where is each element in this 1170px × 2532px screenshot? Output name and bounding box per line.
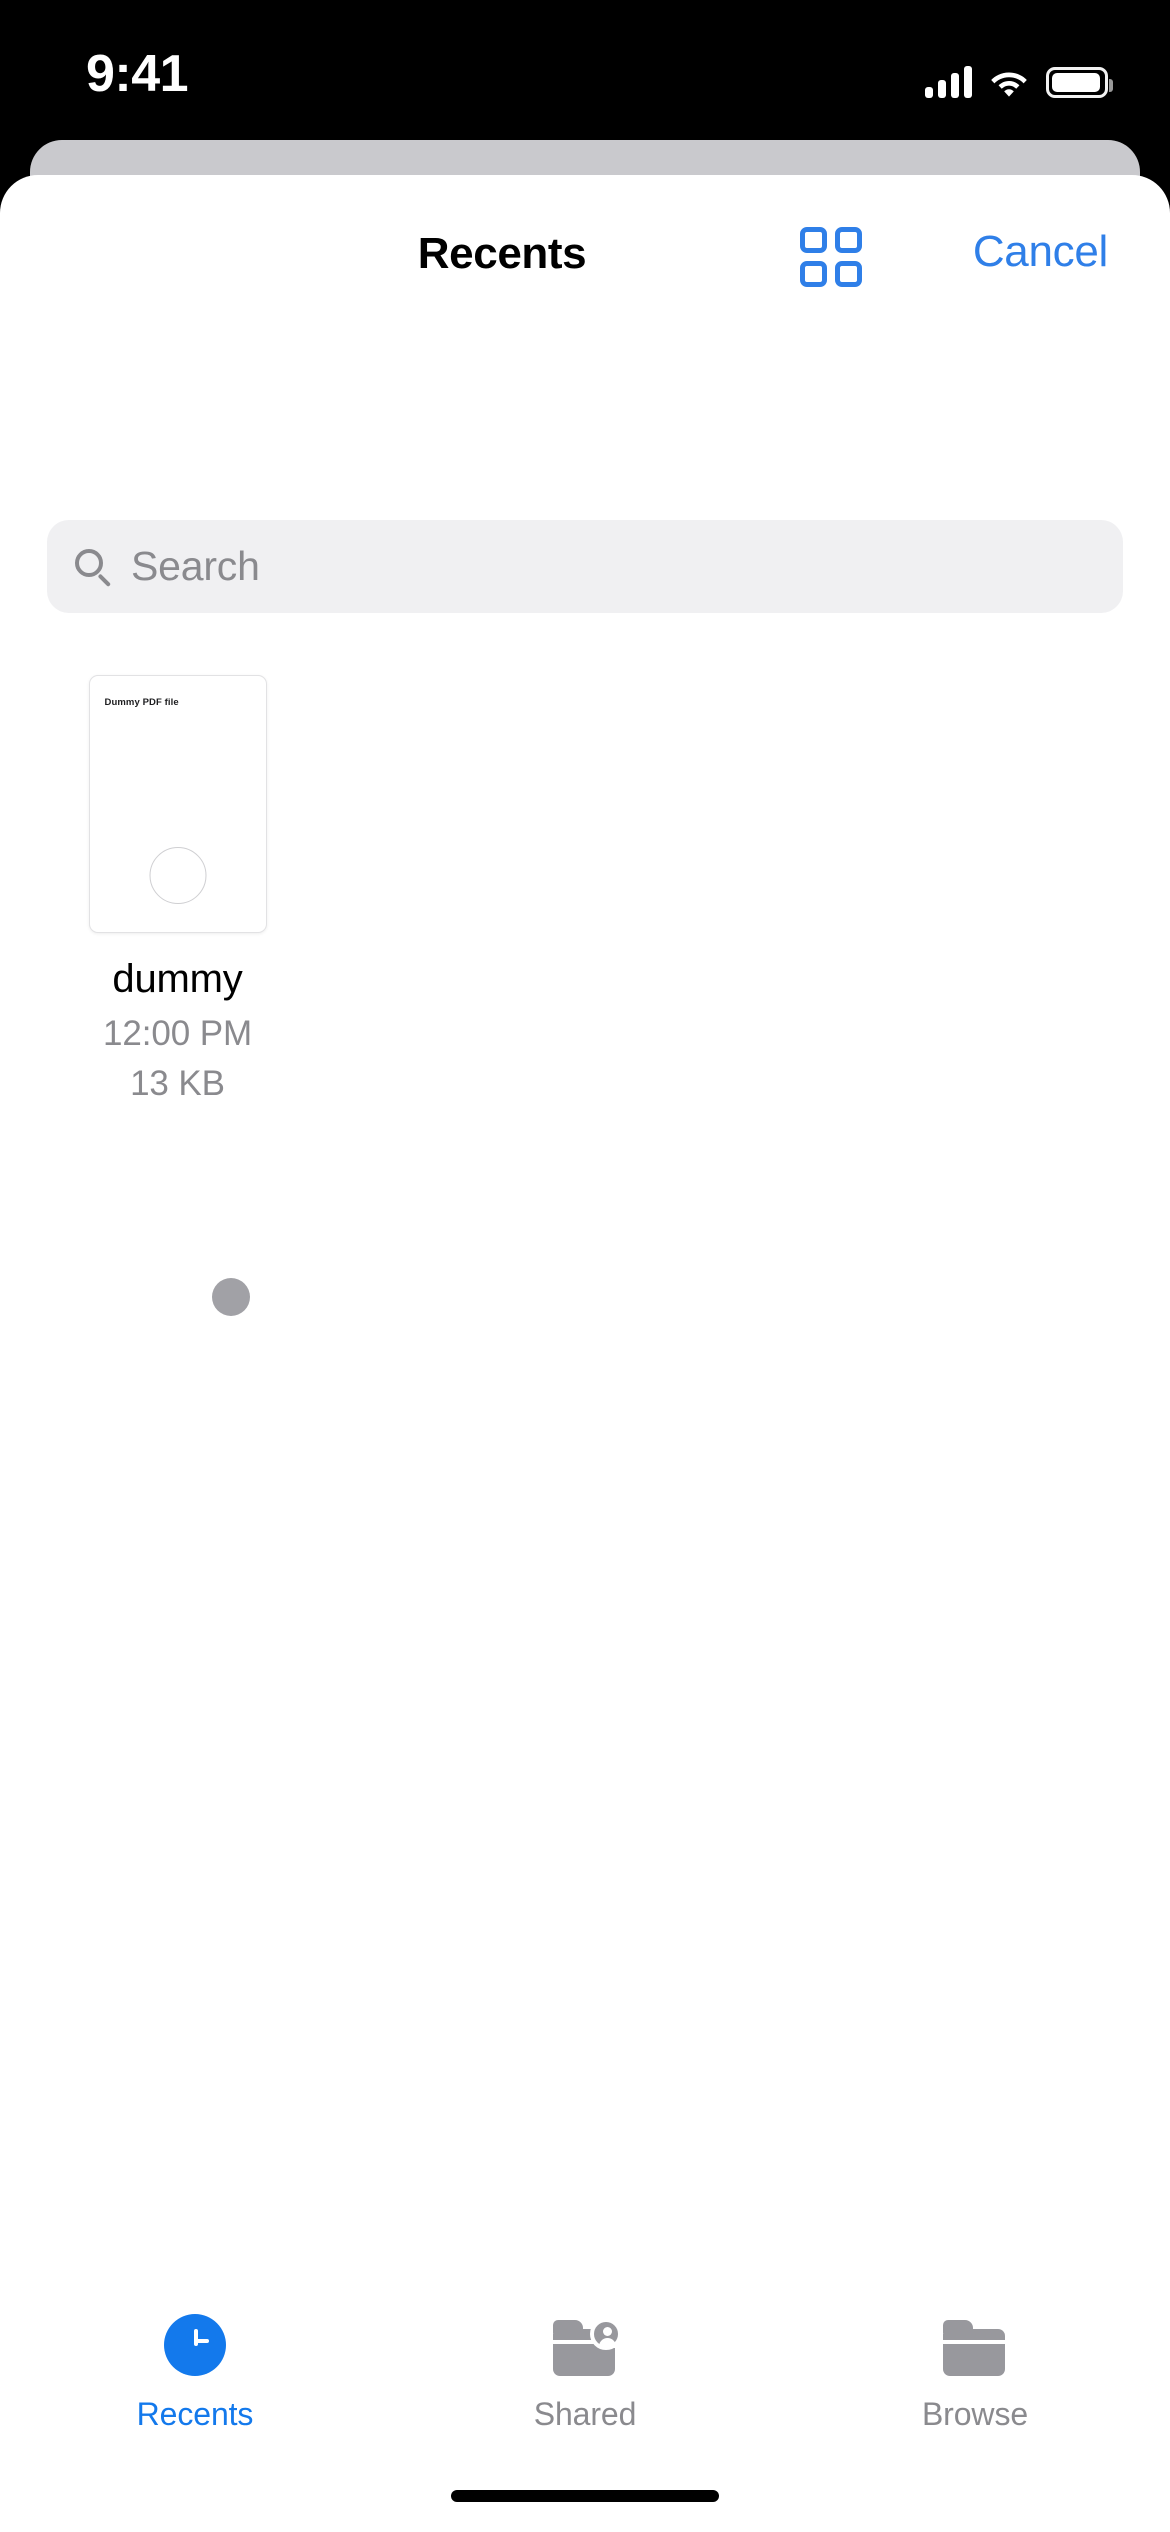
grid-cell-4	[835, 261, 862, 287]
search-icon	[73, 547, 113, 587]
file-item[interactable]: Dummy PDF file dummy 12:00 PM 13 KB	[60, 675, 295, 1105]
grid-cell-1	[800, 227, 827, 253]
status-bar-time: 9:41	[86, 45, 189, 103]
tab-browse-label: Browse	[921, 2396, 1029, 2432]
file-size-label: 13 KB	[130, 1063, 225, 1103]
circle-outline-icon	[149, 847, 206, 904]
navigation-bar: Recents Cancel	[0, 175, 1170, 305]
clock-icon	[161, 2314, 229, 2382]
folder-person-icon	[551, 2314, 622, 2382]
status-bar: 9:41	[0, 0, 1170, 140]
iphone-screen: 9:41 Recents Cancel Search Dummy PDF fil…	[0, 0, 1170, 2532]
cellular-bars-icon	[925, 66, 972, 98]
home-indicator	[451, 2490, 719, 2502]
search-placeholder: Search	[131, 543, 260, 589]
tab-recents-label: Recents	[136, 2396, 254, 2432]
tab-recents[interactable]: Recents	[0, 2262, 390, 2532]
tab-browse[interactable]: Browse	[780, 2262, 1170, 2532]
file-thumbnail[interactable]: Dummy PDF file	[88, 675, 267, 933]
page-title: Recents	[417, 229, 587, 278]
tab-shared-label: Shared	[533, 2396, 637, 2432]
status-bar-indicators	[925, 52, 1113, 98]
wifi-icon	[990, 68, 1028, 98]
folder-icon	[941, 2314, 1009, 2382]
document-picker-sheet: Recents Cancel Search Dummy PDF file dum…	[0, 175, 1170, 2532]
grid-view-icon[interactable]	[800, 227, 862, 287]
search-field[interactable]: Search	[47, 520, 1123, 613]
file-name-label: dummy	[112, 957, 243, 1001]
file-grid: Dummy PDF file dummy 12:00 PM 13 KB	[0, 675, 1170, 1105]
grid-cell-2	[835, 227, 862, 253]
file-time-label: 12:00 PM	[102, 1013, 252, 1053]
pointer-dot	[212, 1278, 250, 1316]
cancel-button[interactable]: Cancel	[973, 227, 1108, 277]
battery-icon	[1046, 67, 1113, 98]
grid-cell-3	[800, 261, 827, 287]
thumbnail-preview-text: Dummy PDF file	[104, 697, 179, 708]
